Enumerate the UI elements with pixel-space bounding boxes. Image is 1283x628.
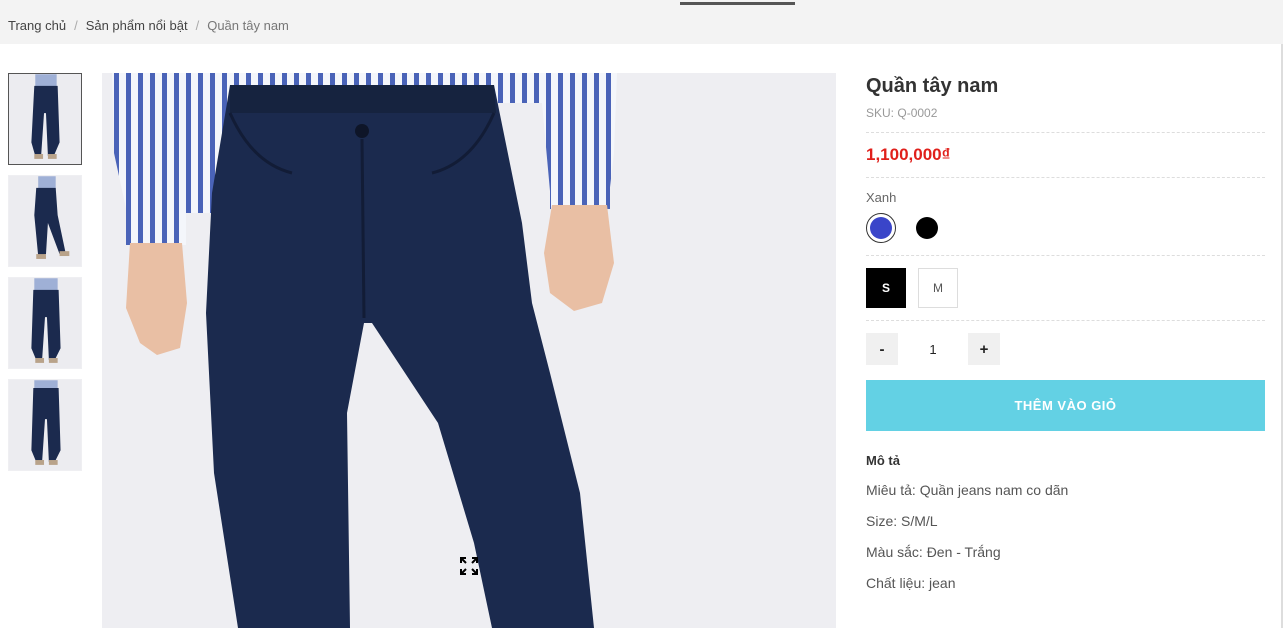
product-thumbnail-2[interactable] [8,175,82,267]
breadcrumb-category-link[interactable]: Sản phẩm nổi bật [86,18,188,33]
color-label: Xanh [866,190,897,205]
color-swatch-blue[interactable] [866,213,896,243]
product-thumbnail-1[interactable] [8,73,82,165]
size-option-s[interactable]: S [866,268,906,308]
size-options: S M [866,268,1265,308]
product-info-panel: Quần tây nam SKU: Q-0002 1,100,000₫ Xanh… [866,73,1265,591]
sku-label: SKU: [866,106,895,120]
breadcrumb-bar: Trang chủ / Sản phẩm nổi bật / Quần tây … [0,0,1283,44]
quantity-decrease-button[interactable]: - [866,333,898,365]
divider [866,255,1265,256]
description-line: Màu sắc: Đen - Trắng [866,544,1001,560]
divider [866,177,1265,178]
breadcrumb: Trang chủ / Sản phẩm nổi bật / Quần tây … [8,18,289,33]
description-line: Size: S/M/L [866,513,938,529]
color-swatches [866,213,1265,243]
description-line: Chất liệu: jean [866,575,956,591]
product-title: Quần tây nam [866,75,999,97]
breadcrumb-current: Quần tây nam [207,18,289,33]
expand-icon[interactable] [459,556,479,576]
description-line: Miêu tả: Quần jeans nam co dãn [866,482,1069,498]
size-option-m[interactable]: M [918,268,958,308]
color-swatch-black-dot [916,217,938,239]
breadcrumb-home-link[interactable]: Trang chủ [8,18,66,33]
product-sku: SKU: Q-0002 [866,106,1265,120]
description-title: Mô tả [866,453,900,468]
color-swatch-black[interactable] [912,213,942,243]
thumbnail-list [8,73,82,481]
product-price: 1,100,000₫ [866,145,951,164]
product-thumbnail-3[interactable] [8,277,82,369]
quantity-input[interactable]: 1 [898,333,968,365]
quantity-stepper: - 1 + [866,333,1265,365]
sku-value: Q-0002 [897,106,938,120]
add-to-cart-button[interactable]: THÊM VÀO GIỎ [866,380,1265,431]
product-thumbnail-4[interactable] [8,379,82,471]
nav-active-indicator [680,2,795,5]
quantity-increase-button[interactable]: + [968,333,1000,365]
divider [866,132,1265,133]
divider [866,320,1265,321]
breadcrumb-separator: / [195,18,200,33]
product-main-image[interactable] [102,73,836,628]
breadcrumb-separator: / [74,18,78,33]
color-swatch-blue-dot [870,217,892,239]
